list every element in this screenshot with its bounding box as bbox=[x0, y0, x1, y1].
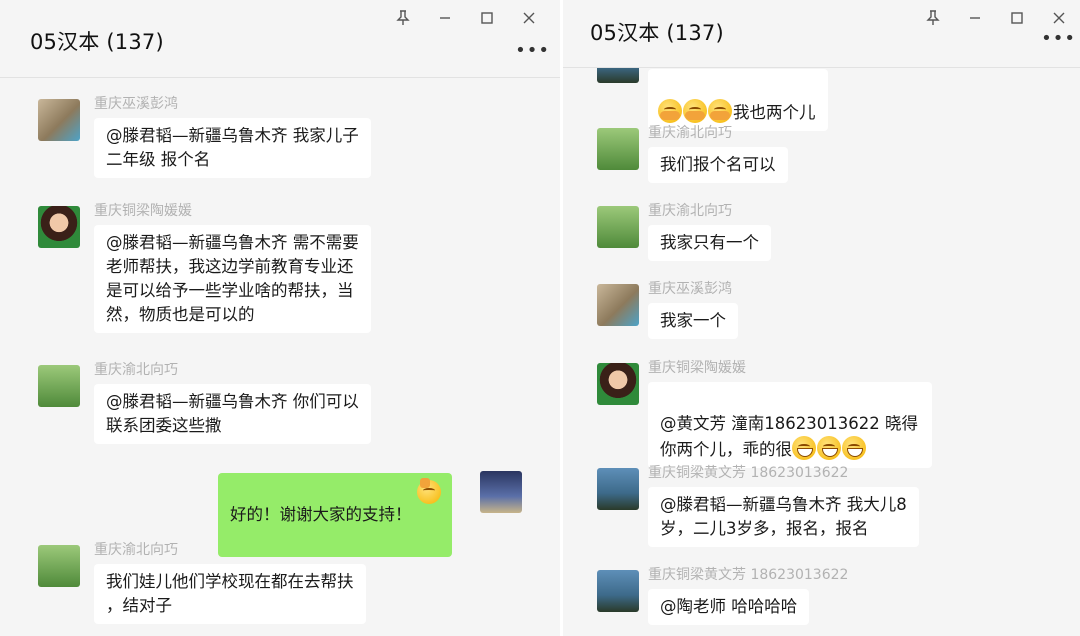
sender-name: 重庆渝北向巧 bbox=[648, 125, 732, 141]
avatar[interactable] bbox=[597, 363, 639, 405]
sender-name: 重庆渝北向巧 bbox=[94, 362, 178, 378]
message-bubble[interactable]: @黄文芳 潼南18623013622 晓得 你两个儿，乖的很 bbox=[648, 382, 932, 468]
title-bar: 05汉本 (137) ••• bbox=[0, 0, 560, 78]
minimize-icon[interactable] bbox=[424, 8, 466, 28]
window-controls bbox=[912, 8, 1080, 28]
chat-window-right: 05汉本 (137) ••• 我也两个儿 重庆渝北向巧 我们报个名可以 重庆渝北… bbox=[563, 0, 1080, 636]
salute-emoji-icon bbox=[416, 478, 441, 504]
grin-emoji-icon bbox=[792, 436, 816, 460]
close-icon[interactable] bbox=[508, 8, 550, 28]
face-emoji-icon bbox=[658, 99, 682, 123]
message-bubble[interactable]: 我们报个名可以 bbox=[648, 147, 788, 183]
message-text: @黄文芳 潼南18623013622 晓得 你两个儿，乖的很 bbox=[660, 414, 918, 459]
title-bar: 05汉本 (137) ••• bbox=[563, 0, 1080, 68]
avatar[interactable] bbox=[597, 128, 639, 170]
message-bubble[interactable]: @滕君韬—新疆乌鲁木齐 我家儿子 二年级 报个名 bbox=[94, 118, 371, 178]
face-emoji-icon bbox=[683, 99, 707, 123]
pin-icon[interactable] bbox=[382, 8, 424, 28]
avatar[interactable] bbox=[597, 284, 639, 326]
window-controls bbox=[382, 8, 550, 28]
chat-title: 05汉本 (137) bbox=[30, 30, 164, 54]
chat-title: 05汉本 (137) bbox=[590, 21, 724, 45]
avatar[interactable] bbox=[38, 365, 80, 407]
maximize-icon[interactable] bbox=[466, 8, 508, 28]
grin-emoji-icon bbox=[817, 436, 841, 460]
own-avatar[interactable] bbox=[480, 471, 522, 513]
avatar[interactable] bbox=[38, 99, 80, 141]
message-list[interactable]: 重庆巫溪彭鸿 @滕君韬—新疆乌鲁木齐 我家儿子 二年级 报个名 重庆铜梁陶媛媛 … bbox=[0, 79, 560, 636]
chat-window-left: 05汉本 (137) ••• 重庆巫溪彭鸿 @滕君韬—新疆乌鲁木齐 我家儿子 二… bbox=[0, 0, 560, 636]
avatar[interactable] bbox=[597, 206, 639, 248]
more-options-icon[interactable]: ••• bbox=[1041, 28, 1076, 49]
grin-emoji-icon bbox=[842, 436, 866, 460]
message-bubble[interactable]: @滕君韬—新疆乌鲁木齐 我大儿8 岁，二儿3岁多，报名，报名 bbox=[648, 487, 919, 547]
message-text: 好的！谢谢大家的支持！ bbox=[230, 505, 412, 524]
sender-name: 重庆铜梁黄文芳 18623013622 bbox=[648, 465, 849, 481]
message-bubble[interactable]: 我家一个 bbox=[648, 303, 738, 339]
sender-name: 重庆巫溪彭鸿 bbox=[94, 96, 178, 112]
message-bubble-own[interactable]: 好的！谢谢大家的支持！ bbox=[218, 473, 452, 557]
sender-name: 重庆铜梁黄文芳 18623013622 bbox=[648, 567, 849, 583]
sender-name: 重庆铜梁陶媛媛 bbox=[648, 360, 746, 376]
minimize-icon[interactable] bbox=[954, 8, 996, 28]
close-icon[interactable] bbox=[1038, 8, 1080, 28]
message-bubble[interactable]: @陶老师 哈哈哈哈 bbox=[648, 589, 810, 625]
pin-icon[interactable] bbox=[912, 8, 954, 28]
message-bubble[interactable]: 我们娃儿他们学校现在都在去帮扶 ，结对子 bbox=[94, 564, 366, 624]
sender-name: 重庆铜梁陶媛媛 bbox=[94, 203, 192, 219]
avatar[interactable] bbox=[38, 206, 80, 248]
sender-name: 重庆巫溪彭鸿 bbox=[648, 281, 732, 297]
maximize-icon[interactable] bbox=[996, 8, 1038, 28]
message-bubble[interactable]: 我家只有一个 bbox=[648, 225, 771, 261]
more-options-icon[interactable]: ••• bbox=[515, 40, 550, 61]
sender-name: 重庆渝北向巧 bbox=[648, 203, 732, 219]
message-list[interactable]: 我也两个儿 重庆渝北向巧 我们报个名可以 重庆渝北向巧 我家只有一个 重庆巫溪彭… bbox=[563, 41, 1080, 636]
avatar[interactable] bbox=[597, 570, 639, 612]
message-text: 我也两个儿 bbox=[733, 103, 816, 122]
message-bubble[interactable]: @滕君韬—新疆乌鲁木齐 你们可以 联系团委这些撒 bbox=[94, 384, 371, 444]
face-emoji-icon bbox=[708, 99, 732, 123]
message-bubble[interactable]: @滕君韬—新疆乌鲁木齐 需不需要 老师帮扶，我这边学前教育专业还 是可以给予一些… bbox=[94, 225, 371, 333]
avatar[interactable] bbox=[38, 545, 80, 587]
sender-name: 重庆渝北向巧 bbox=[94, 542, 178, 558]
avatar[interactable] bbox=[597, 468, 639, 510]
